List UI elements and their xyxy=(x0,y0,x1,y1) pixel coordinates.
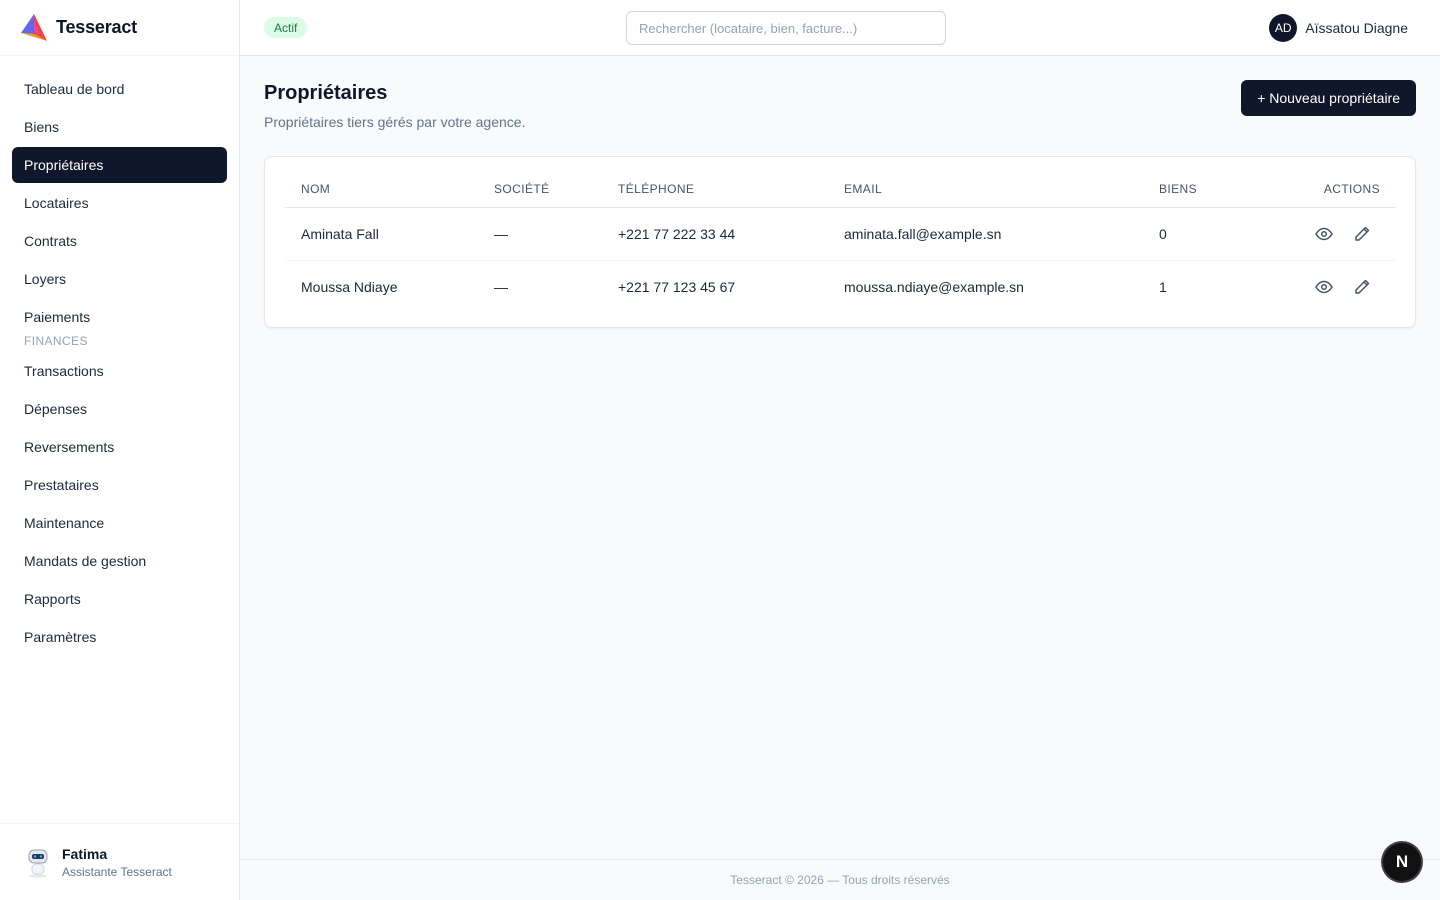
sidebar-item-label: Contrats xyxy=(24,233,77,249)
sidebar-item-label: Prestataires xyxy=(24,477,99,493)
sidebar-item-label: Propriétaires xyxy=(24,157,104,173)
cell-nom: Moussa Ndiaye xyxy=(301,278,398,295)
cell-actions xyxy=(1263,260,1396,313)
sidebar-item-label: Dépenses xyxy=(24,401,88,417)
edit-pencil-icon[interactable] xyxy=(1352,277,1372,297)
sidebar-item-reversements[interactable]: Reversements xyxy=(12,429,227,465)
cell-telephone: +221 77 222 33 44 xyxy=(602,207,828,261)
floating-n-button[interactable]: N xyxy=(1383,843,1421,881)
cell-telephone: +221 77 123 45 67 xyxy=(618,278,736,295)
page-title: Propriétaires xyxy=(264,82,388,104)
cell-societe: — xyxy=(478,207,602,261)
sidebar-item-label: Locataires xyxy=(24,195,89,211)
footer: Tesseract © 2026 — Tous droits réservés xyxy=(240,859,1440,900)
sidebar-item-prestataires[interactable]: Prestataires xyxy=(12,467,227,503)
column-header-biens[interactable]: BIENS xyxy=(1143,171,1263,208)
cell-actions xyxy=(1263,207,1396,261)
sidebar-item-rapports[interactable]: Rapports xyxy=(12,581,227,617)
sidebar-item-locataires[interactable]: Locataires xyxy=(12,185,227,221)
assistant-role: Assistante Tesseract xyxy=(62,864,172,879)
sidebar-item-label: Paramètres xyxy=(24,629,97,645)
sidebar-item-biens[interactable]: Biens xyxy=(12,109,227,145)
sidebar-item-paiements[interactable]: Paiements xyxy=(12,299,227,335)
status-badge: Actif xyxy=(264,17,308,38)
sidebar-item-label: Rapports xyxy=(24,591,81,607)
cell-societe: — xyxy=(494,278,508,295)
sidebar-item-tableau-de-bord[interactable]: Tableau de bord xyxy=(12,71,227,107)
column-header-actions: ACTIONS xyxy=(1263,171,1396,208)
sidebar-item-parametres[interactable]: Paramètres xyxy=(12,619,227,655)
table-header-row: NOM SOCIÉTÉ TÉLÉPHONE EMAIL BIENS ACTION… xyxy=(285,171,1396,208)
sidebar-item-transactions[interactable]: Transactions xyxy=(12,353,227,389)
assistant-panel[interactable]: Fatima Assistante Tesseract xyxy=(0,823,239,900)
cell-biens: 0 xyxy=(1143,207,1263,261)
column-header-nom[interactable]: NOM xyxy=(285,171,478,208)
brand-name: Tesseract xyxy=(56,17,137,37)
table-row[interactable]: Aminata Fall — +221 77 222 33 44 aminata… xyxy=(285,207,1396,261)
view-eye-icon[interactable] xyxy=(1314,224,1334,244)
owners-table: NOM SOCIÉTÉ TÉLÉPHONE EMAIL BIENS ACTION… xyxy=(285,171,1396,313)
sidebar-item-loyers[interactable]: Loyers xyxy=(12,261,227,297)
sidebar-item-label: Tableau de bord xyxy=(24,81,125,97)
cell-nom: Aminata Fall xyxy=(285,207,478,261)
owners-table-card: NOM SOCIÉTÉ TÉLÉPHONE EMAIL BIENS ACTION… xyxy=(264,156,1416,328)
sidebar-item-label: Reversements xyxy=(24,439,115,455)
sidebar-item-contrats[interactable]: Contrats xyxy=(12,223,227,259)
view-eye-icon[interactable] xyxy=(1314,277,1334,297)
sidebar-section-finances: FINANCES xyxy=(24,334,88,348)
user-name: Aïssatou Diagne xyxy=(1305,20,1408,36)
edit-pencil-icon[interactable] xyxy=(1352,224,1372,244)
column-header-email[interactable]: EMAIL xyxy=(828,171,1143,208)
search-input[interactable] xyxy=(626,11,946,45)
sidebar-item-label: Biens xyxy=(24,119,60,135)
column-header-telephone[interactable]: TÉLÉPHONE xyxy=(602,171,828,208)
column-header-societe[interactable]: SOCIÉTÉ xyxy=(478,171,602,208)
sidebar: Tesseract Tableau de bord Biens Propriét… xyxy=(0,0,240,900)
avatar: AD xyxy=(1269,14,1298,42)
sidebar-item-maintenance[interactable]: Maintenance xyxy=(12,505,227,541)
table-row[interactable]: Moussa Ndiaye — +221 77 123 45 67 moussa… xyxy=(285,260,1396,313)
page-subtitle: Propriétaires tiers gérés par votre agen… xyxy=(264,114,526,130)
cell-email: aminata.fall@example.sn xyxy=(828,207,1143,261)
sidebar-item-mandats-de-gestion[interactable]: Mandats de gestion xyxy=(12,543,227,579)
topbar: Actif AD Aïssatou Diagne xyxy=(240,0,1440,56)
user-menu[interactable]: AD Aïssatou Diagne xyxy=(1269,14,1408,42)
new-owner-button[interactable]: + Nouveau propriétaire xyxy=(1241,80,1416,116)
sidebar-item-label: Paiements xyxy=(24,309,91,325)
sidebar-item-label: Maintenance xyxy=(24,515,105,531)
sidebar-nav: Tableau de bord Biens Propriétaires Loca… xyxy=(12,71,227,657)
sidebar-item-label: Mandats de gestion xyxy=(24,553,147,569)
sidebar-item-proprietaires[interactable]: Propriétaires xyxy=(12,147,227,183)
assistant-info: Fatima Assistante Tesseract xyxy=(62,846,172,879)
robot-assistant-icon xyxy=(28,849,48,878)
cell-biens: 1 xyxy=(1159,278,1167,295)
sidebar-item-label: Transactions xyxy=(24,363,104,379)
sidebar-item-depenses[interactable]: Dépenses xyxy=(12,391,227,427)
sidebar-item-label: Loyers xyxy=(24,271,67,287)
tesseract-logo-icon xyxy=(21,13,47,41)
assistant-name: Fatima xyxy=(62,845,108,862)
brand[interactable]: Tesseract xyxy=(0,0,239,56)
cell-email: moussa.ndiaye@example.sn xyxy=(844,278,1024,295)
